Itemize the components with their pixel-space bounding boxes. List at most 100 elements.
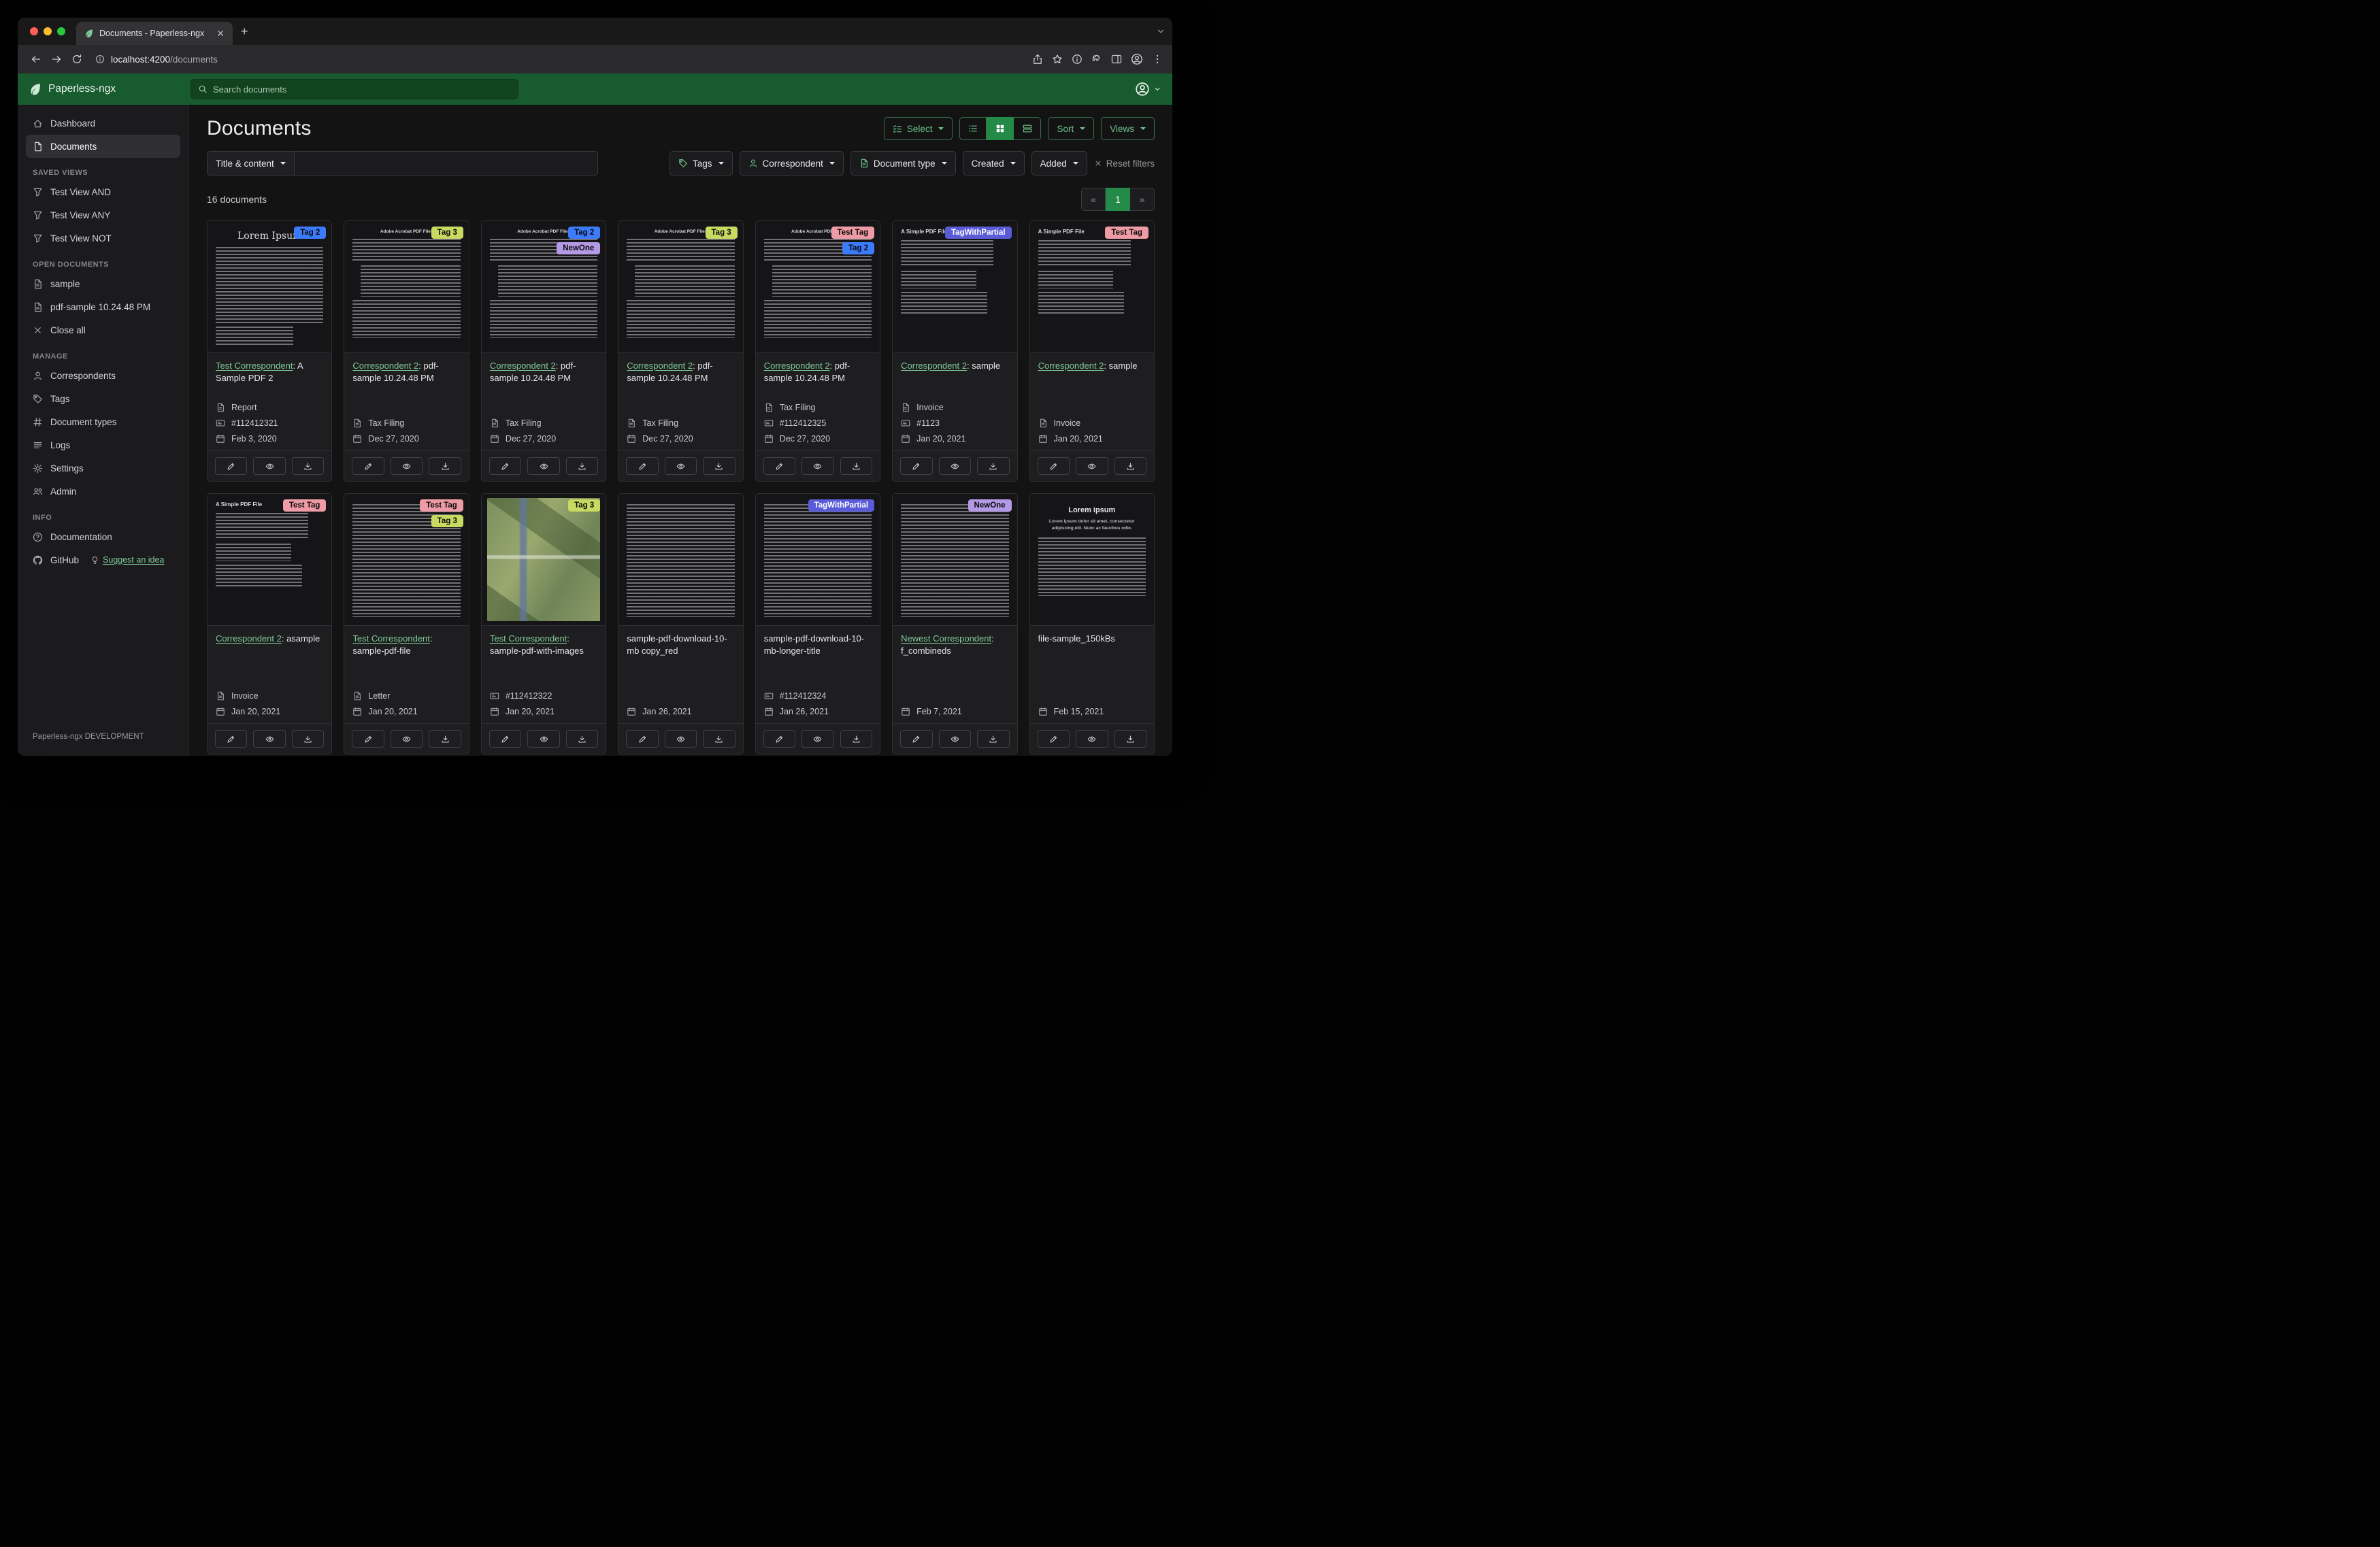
view-button[interactable] (1076, 457, 1108, 475)
tag-badge[interactable]: Test Tag (831, 227, 875, 239)
sidebar-item-sample[interactable]: sample (26, 272, 180, 295)
minimize-window-button[interactable] (44, 27, 52, 35)
edit-button[interactable] (489, 730, 522, 748)
filter-correspondent-button[interactable]: Correspondent (739, 151, 844, 176)
view-button[interactable] (801, 730, 834, 748)
document-thumbnail[interactable]: A Simple PDF File TagWithPartial (893, 221, 1017, 353)
view-button[interactable] (664, 457, 697, 475)
user-menu[interactable] (1135, 82, 1161, 97)
document-card[interactable]: A Simple PDF File Test Tag Correspondent 2… (1029, 220, 1155, 482)
pagination-next-button[interactable]: » (1130, 188, 1155, 211)
sidebar-item-admin[interactable]: Admin (26, 480, 180, 503)
sidebar-item-tags[interactable]: Tags (26, 387, 180, 410)
share-icon[interactable] (1032, 54, 1043, 65)
browser-tab[interactable]: Documents - Paperless-ngx ✕ (76, 22, 233, 45)
download-button[interactable] (291, 730, 325, 748)
correspondent-link[interactable]: Correspondent 2 (1038, 361, 1104, 371)
document-card[interactable]: Adobe Acrobat PDF Files Tag 3 Corresponden… (618, 220, 744, 482)
edit-button[interactable] (626, 730, 659, 748)
correspondent-link[interactable]: Correspondent 2 (352, 361, 418, 371)
document-title-row[interactable]: Correspondent 2: sample (901, 360, 1008, 372)
download-button[interactable] (429, 730, 461, 748)
document-card[interactable]: sample-pdf-download-10-mb copy_red Jan 26… (618, 493, 744, 754)
correspondent-link[interactable]: Newest Correspondent (901, 633, 991, 644)
tag-badge[interactable]: Test Tag (420, 499, 463, 512)
document-title-row[interactable]: Correspondent 2: asample (216, 633, 323, 645)
reset-filters-button[interactable]: Reset filters (1094, 159, 1155, 169)
correspondent-link[interactable]: Correspondent 2 (901, 361, 967, 371)
search-input[interactable] (213, 84, 511, 95)
correspondent-link[interactable]: Test Correspondent (490, 633, 567, 644)
document-card[interactable]: Lorem ipsum Lorem ipsum dolor sit amet, c… (1029, 493, 1155, 754)
view-toggle-grid-button[interactable] (987, 117, 1014, 140)
filter-tags-button[interactable]: Tags (670, 151, 733, 176)
sidebar-item-close-all[interactable]: Close all (26, 318, 180, 342)
document-title-row[interactable]: file-sample_150kBs (1038, 633, 1146, 645)
filter-query-input[interactable] (294, 151, 598, 176)
correspondent-link[interactable]: Correspondent 2 (216, 633, 282, 644)
sidebar-item-dashboard[interactable]: Dashboard (26, 112, 180, 135)
view-toggle-listul-button[interactable] (959, 117, 987, 140)
edit-button[interactable] (626, 457, 659, 475)
view-button[interactable] (664, 730, 697, 748)
correspondent-link[interactable]: Correspondent 2 (764, 361, 830, 371)
view-button[interactable] (527, 457, 560, 475)
document-card[interactable]: A Simple PDF File Test Tag Correspondent 2… (207, 493, 333, 754)
edit-button[interactable] (215, 730, 248, 748)
edit-button[interactable] (900, 730, 933, 748)
views-button[interactable]: Views (1101, 117, 1155, 140)
document-title-row[interactable]: Correspondent 2: pdf-sample 10.24.48 PM (764, 360, 872, 384)
tag-badge[interactable]: NewOne (968, 499, 1012, 512)
document-thumbnail[interactable] (618, 494, 743, 626)
document-thumbnail[interactable]: TagWithPartial (755, 494, 880, 626)
reload-button[interactable] (68, 50, 86, 68)
sidebar-item-documents[interactable]: Documents (26, 135, 180, 158)
edit-button[interactable] (900, 457, 933, 475)
document-card[interactable]: A Simple PDF File TagWithPartial Correspon… (892, 220, 1018, 482)
document-title-row[interactable]: Correspondent 2: sample (1038, 360, 1146, 372)
document-thumbnail[interactable]: A Simple PDF File Test Tag (1029, 221, 1154, 353)
view-button[interactable] (527, 730, 560, 748)
edit-button[interactable] (1037, 457, 1070, 475)
download-button[interactable] (840, 457, 873, 475)
sort-button[interactable]: Sort (1048, 117, 1095, 140)
sidebar-item-pdf-sample-10-24-48-pm[interactable]: pdf-sample 10.24.48 PM (26, 295, 180, 318)
download-button[interactable] (291, 457, 325, 475)
view-button[interactable] (801, 457, 834, 475)
edit-button[interactable] (215, 457, 248, 475)
edit-button[interactable] (489, 457, 522, 475)
download-button[interactable] (840, 730, 873, 748)
document-thumbnail[interactable]: A Simple PDF File Test Tag (208, 494, 332, 626)
site-info-icon[interactable] (95, 54, 105, 64)
pagination-page-1-button[interactable]: 1 (1106, 188, 1130, 211)
sidebar-item-correspondents[interactable]: Correspondents (26, 364, 180, 387)
correspondent-link[interactable]: Correspondent 2 (627, 361, 693, 371)
tag-badge[interactable]: Tag 2 (294, 227, 327, 239)
app-brand[interactable]: Paperless-ngx (29, 82, 191, 96)
tag-badge[interactable]: TagWithPartial (945, 227, 1012, 239)
title-content-dropdown[interactable]: Title & content (207, 151, 295, 176)
sidebar-item-test-view-and[interactable]: Test View AND (26, 180, 180, 203)
download-button[interactable] (703, 457, 736, 475)
tag-badge[interactable]: Tag 3 (568, 499, 601, 512)
document-title-row[interactable]: Correspondent 2: pdf-sample 10.24.48 PM (490, 360, 597, 384)
edit-button[interactable] (352, 730, 384, 748)
tag-badge[interactable]: Test Tag (282, 499, 327, 512)
tag-badge[interactable]: Tag 2 (568, 227, 601, 239)
pagination-prev-button[interactable]: « (1081, 188, 1106, 211)
document-thumbnail[interactable]: Test Tag Tag 3 (344, 494, 469, 626)
download-button[interactable] (1114, 730, 1147, 748)
document-title-row[interactable]: Correspondent 2: pdf-sample 10.24.48 PM (352, 360, 460, 384)
document-title-row[interactable]: sample-pdf-download-10-mb copy_red (627, 633, 734, 657)
download-button[interactable] (703, 730, 736, 748)
tag-badge[interactable]: NewOne (557, 242, 601, 254)
document-card[interactable]: Adobe Acrobat PDF Files Test Tag Tag 2 Corr… (755, 220, 881, 482)
tag-badge[interactable]: Test Tag (1105, 227, 1148, 239)
global-search[interactable] (191, 79, 518, 99)
browser-menu-kebab-icon[interactable] (1152, 54, 1163, 65)
sidebar-item-document-types[interactable]: Document types (26, 410, 180, 433)
document-title-row[interactable]: Correspondent 2: pdf-sample 10.24.48 PM (627, 360, 734, 384)
document-thumbnail[interactable]: Tag 3 (481, 494, 606, 626)
status-icon[interactable] (1072, 54, 1082, 65)
correspondent-link[interactable]: Correspondent 2 (490, 361, 556, 371)
